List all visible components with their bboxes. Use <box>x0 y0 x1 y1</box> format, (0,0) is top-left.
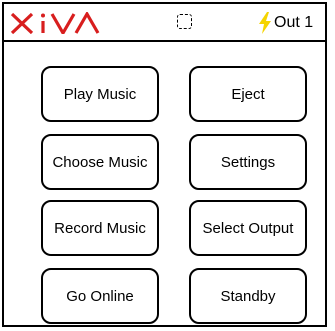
play-music-button[interactable]: Play Music <box>41 66 159 122</box>
settings-button[interactable]: Settings <box>189 134 307 190</box>
select-output-button[interactable]: Select Output <box>189 200 307 256</box>
standby-button[interactable]: Standby <box>189 268 307 324</box>
record-music-button[interactable]: Record Music <box>41 200 159 256</box>
lightning-bolt-icon <box>259 12 271 34</box>
eject-button[interactable]: Eject <box>189 66 307 122</box>
dashed-square-icon <box>177 14 192 29</box>
output-indicator: Out 1 <box>258 9 313 37</box>
go-online-button[interactable]: Go Online <box>41 268 159 324</box>
device-screen: Out 1 Play Music Eject Choose Music Sett… <box>0 0 335 331</box>
choose-music-button[interactable]: Choose Music <box>41 134 159 190</box>
header-bar: Out 1 <box>2 2 327 42</box>
output-label: Out 1 <box>274 14 314 31</box>
xiva-logo <box>10 12 100 34</box>
